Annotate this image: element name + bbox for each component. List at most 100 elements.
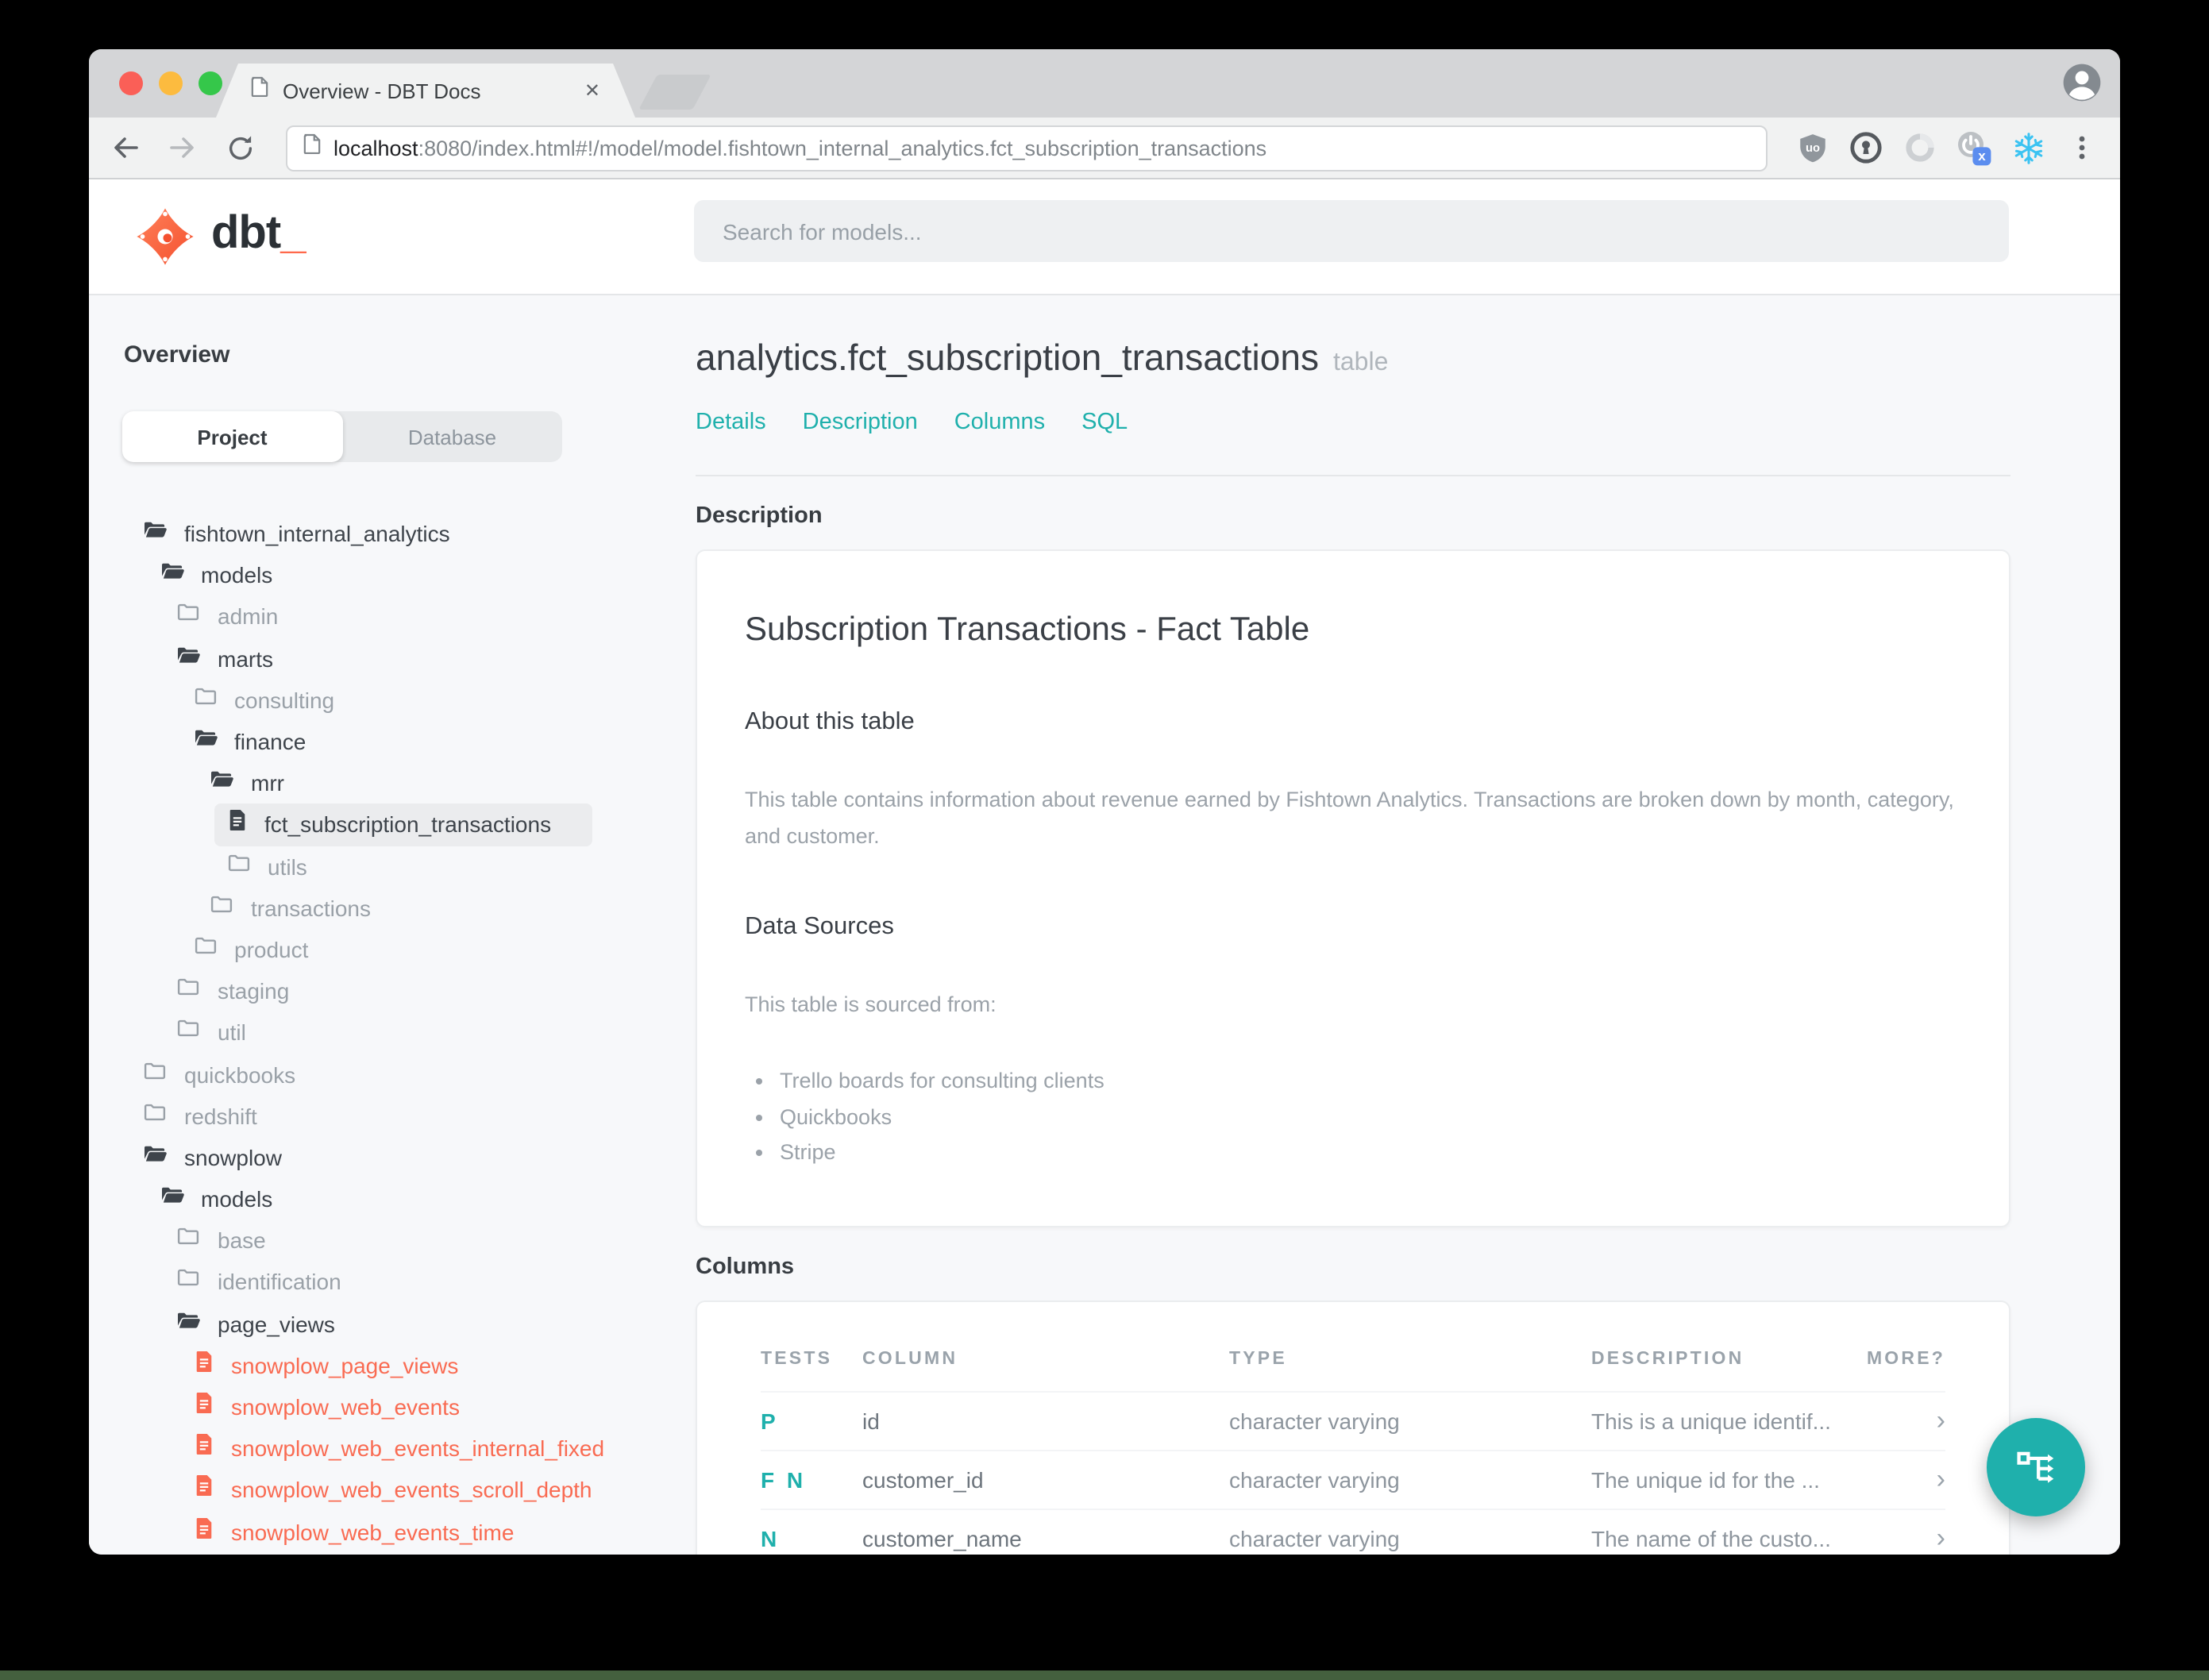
tree-item[interactable]: marts (164, 638, 289, 679)
tree-item[interactable]: product (180, 929, 324, 970)
tree-item[interactable]: snowplow_web_events_scroll_depth (180, 1470, 608, 1511)
tree-item-label: models (201, 562, 273, 588)
sources-intro: This table is sourced from: (745, 992, 997, 1016)
tree-item[interactable]: util (164, 1012, 262, 1054)
tree-item[interactable]: snowplow (130, 1137, 298, 1178)
file-icon (193, 1474, 214, 1506)
tree-item[interactable]: page_views (164, 1303, 351, 1344)
tree-item[interactable]: snowplow_web_events (180, 1386, 476, 1428)
about-heading: About this table (745, 708, 915, 735)
page-nav-link[interactable]: SQL (1081, 410, 1128, 435)
tree-item[interactable]: redshift (130, 1095, 273, 1136)
expand-row-chevron-icon[interactable]: › (1866, 1466, 1945, 1493)
tree-item[interactable]: mrr (197, 762, 300, 803)
tree-item[interactable]: utils (214, 846, 323, 887)
folder-icon (193, 686, 217, 715)
tree-item[interactable]: quickbooks (130, 1054, 311, 1095)
desktop-wallpaper-edge (0, 1670, 2209, 1680)
svg-text:uo: uo (1805, 141, 1819, 154)
view-lineage-fab[interactable] (1987, 1418, 2085, 1516)
back-button[interactable] (108, 130, 143, 165)
new-tab-button[interactable] (638, 75, 711, 110)
expand-row-chevron-icon[interactable]: › (1866, 1407, 1945, 1434)
page-doc-icon (251, 76, 268, 105)
tree-item[interactable]: consulting (180, 680, 350, 721)
folder-open-icon (143, 519, 167, 548)
column-row[interactable]: N customer_name character varying The na… (761, 1508, 1945, 1555)
tree-item[interactable]: identification (164, 1262, 357, 1303)
tree-item-label: finance (234, 729, 306, 755)
tree-item[interactable]: snowplow_web_page_context (180, 1552, 544, 1555)
tree-item-label: staging (218, 978, 290, 1004)
disabled-swirl-extension-icon[interactable] (1901, 129, 1939, 167)
tab-project[interactable]: Project (122, 411, 342, 462)
window-controls (119, 71, 222, 95)
url-path: :8080/index.html#!/model/model.fishtown_… (418, 136, 1267, 160)
address-bar[interactable]: localhost:8080/index.html#!/model/model.… (286, 125, 1768, 171)
zoom-window-button[interactable] (199, 71, 222, 95)
folder-icon (226, 852, 250, 880)
tree-item-label: utils (268, 853, 307, 880)
snowflake-extension-icon[interactable] (2009, 129, 2047, 167)
header-type: TYPE (1229, 1349, 1287, 1368)
svg-text:x: x (1978, 148, 1986, 163)
minimize-window-button[interactable] (159, 71, 183, 95)
cell-tests: F N (761, 1466, 807, 1492)
tree-item[interactable]: finance (180, 721, 322, 762)
page-nav-link[interactable]: Columns (954, 410, 1045, 435)
browser-profile-avatar[interactable] (2060, 60, 2104, 113)
cell-column-name: customer_name (862, 1525, 1022, 1551)
file-tree: fishtown_internal_analytics models admin… (122, 513, 654, 1555)
search-input[interactable] (694, 200, 2009, 262)
tree-item-label: redshift (184, 1103, 257, 1129)
tab-close-icon[interactable]: ✕ (584, 79, 600, 102)
tree-item[interactable]: base (164, 1220, 282, 1261)
cell-type: character varying (1229, 1408, 1400, 1433)
onepassword-extension-icon[interactable] (1847, 129, 1885, 167)
dbt-logo[interactable]: dbt_ (135, 206, 306, 267)
model-type-badge: table (1332, 349, 1389, 376)
columns-card: TESTS COLUMN TYPE DESCRIPTION MORE? P id… (696, 1300, 2010, 1555)
dbt-app-header: dbt_ (89, 179, 2120, 295)
expand-row-chevron-icon[interactable]: › (1866, 1524, 1945, 1551)
file-icon (226, 809, 247, 841)
folder-icon (210, 894, 233, 923)
tree-item[interactable]: staging (164, 970, 305, 1011)
tree-item[interactable]: models (147, 1178, 288, 1220)
cell-tests: N (761, 1525, 781, 1551)
tree-item-label: snowplow_page_views (231, 1352, 459, 1378)
close-window-button[interactable] (119, 71, 143, 95)
tree-item[interactable]: admin (164, 596, 294, 638)
reload-button[interactable] (222, 130, 257, 165)
page-nav-link[interactable]: Description (803, 410, 918, 435)
tree-item[interactable]: snowplow_web_events_internal_fixed (180, 1428, 620, 1469)
tree-item[interactable]: fct_subscription_transactions (214, 803, 593, 846)
tree-item[interactable]: snowplow_web_events_time (180, 1511, 530, 1552)
forward-button[interactable] (165, 130, 200, 165)
tree-item[interactable]: models (147, 554, 288, 595)
folder-icon (176, 1227, 200, 1255)
file-icon (193, 1432, 214, 1464)
cell-column-name: id (862, 1408, 880, 1433)
doc-title: Subscription Transactions - Fact Table (745, 611, 1310, 648)
tree-item-label: snowplow_web_events_scroll_depth (231, 1477, 592, 1503)
column-row[interactable]: P id character varying This is a unique … (761, 1390, 1945, 1449)
folder-open-icon (176, 644, 200, 672)
tree-item-label: snowplow (184, 1144, 282, 1170)
tree-item-label: fishtown_internal_analytics (184, 521, 450, 547)
tab-database[interactable]: Database (342, 411, 562, 462)
ublock-extension-icon[interactable]: uo (1793, 129, 1831, 167)
column-row[interactable]: F N customer_id character varying The un… (761, 1449, 1945, 1508)
tree-item-label: page_views (218, 1311, 335, 1337)
browser-menu-button[interactable] (2063, 129, 2101, 167)
cell-column-name: customer_id (862, 1466, 984, 1492)
browser-tab[interactable]: Overview - DBT Docs ✕ (216, 64, 635, 118)
folder-open-icon (143, 1143, 167, 1172)
tree-item[interactable]: transactions (197, 887, 387, 928)
tree-item[interactable]: fishtown_internal_analytics (130, 513, 466, 554)
header-more: MORE? (1866, 1349, 1945, 1368)
tree-item-label: quickbooks (184, 1062, 296, 1088)
tree-item[interactable]: snowplow_page_views (180, 1345, 474, 1386)
page-nav-link[interactable]: Details (696, 410, 766, 435)
power-extension-icon[interactable]: x (1955, 129, 1993, 167)
